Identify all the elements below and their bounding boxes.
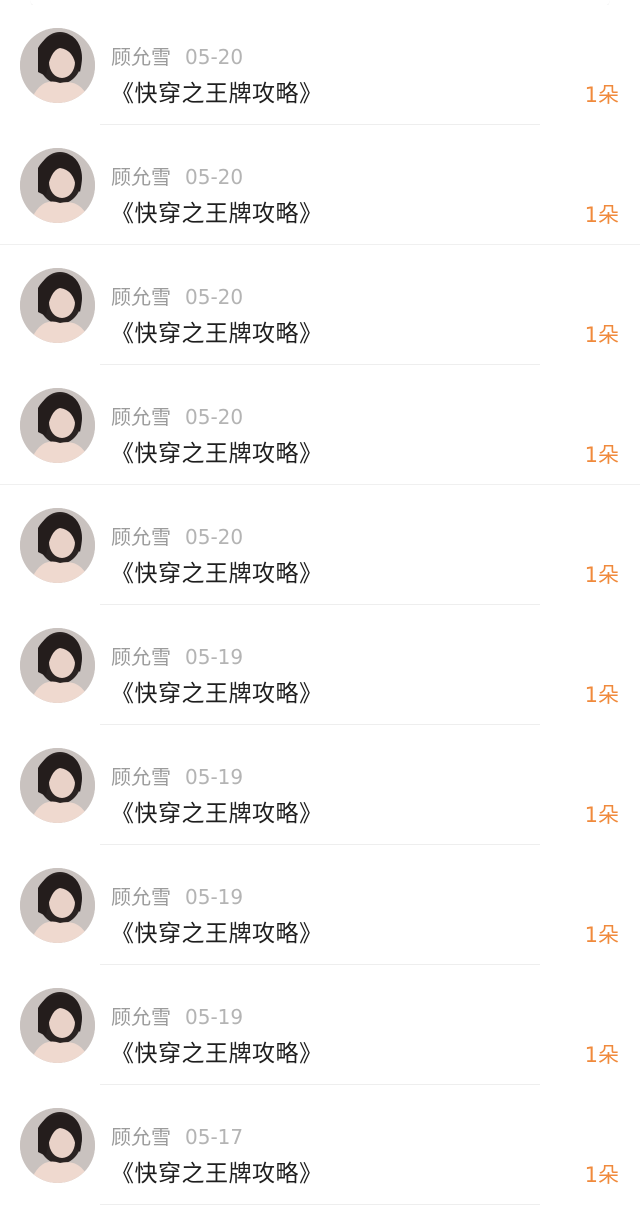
sender-name[interactable]: 顾允雪 <box>111 885 171 909</box>
record-date: 05-20 <box>185 285 244 309</box>
gift-record-row[interactable]: 顾允雪 05-17 《快穿之王牌攻略》 1朵 <box>0 1085 640 1205</box>
gift-amount: 1朵 <box>584 683 619 707</box>
user-avatar-photo-icon[interactable] <box>20 28 95 103</box>
record-meta: 顾允雪 05-19 <box>111 881 243 909</box>
gift-amount: 1朵 <box>584 203 619 227</box>
record-date: 05-20 <box>185 405 244 429</box>
book-title[interactable]: 《快穿之王牌攻略》 <box>111 554 323 588</box>
book-title[interactable]: 《快穿之王牌攻略》 <box>111 314 323 348</box>
record-date: 05-19 <box>185 885 244 909</box>
book-title[interactable]: 《快穿之王牌攻略》 <box>111 914 323 948</box>
user-avatar-photo-icon[interactable] <box>20 508 95 583</box>
book-title[interactable]: 《快穿之王牌攻略》 <box>111 1154 323 1188</box>
gift-record-row[interactable]: 顾允雪 05-20 《快穿之王牌攻略》 1朵 <box>0 5 640 125</box>
gift-amount: 1朵 <box>584 563 619 587</box>
gift-record-row[interactable]: 顾允雪 05-20 《快穿之王牌攻略》 1朵 <box>0 125 640 245</box>
gift-amount: 1朵 <box>584 443 619 467</box>
gift-amount: 1朵 <box>584 803 619 827</box>
gift-amount: 1朵 <box>584 83 619 107</box>
sender-name[interactable]: 顾允雪 <box>111 1005 171 1029</box>
sender-name[interactable]: 顾允雪 <box>111 645 171 669</box>
record-meta: 顾允雪 05-19 <box>111 641 243 669</box>
sender-name[interactable]: 顾允雪 <box>111 165 171 189</box>
gift-record-row[interactable]: 顾允雪 05-19 《快穿之王牌攻略》 1朵 <box>0 605 640 725</box>
user-avatar-photo-icon[interactable] <box>20 268 95 343</box>
sender-name[interactable]: 顾允雪 <box>111 405 171 429</box>
record-date: 05-17 <box>185 1125 244 1149</box>
user-avatar-photo-icon[interactable] <box>20 388 95 463</box>
user-avatar-photo-icon[interactable] <box>20 1108 95 1183</box>
record-meta: 顾允雪 05-20 <box>111 281 243 309</box>
record-meta: 顾允雪 05-17 <box>111 1121 243 1149</box>
book-title[interactable]: 《快穿之王牌攻略》 <box>111 674 323 708</box>
record-meta: 顾允雪 05-19 <box>111 761 243 789</box>
book-title[interactable]: 《快穿之王牌攻略》 <box>111 74 323 108</box>
book-title[interactable]: 《快穿之王牌攻略》 <box>111 794 323 828</box>
record-date: 05-19 <box>185 645 244 669</box>
sender-name[interactable]: 顾允雪 <box>111 525 171 549</box>
user-avatar-photo-icon[interactable] <box>20 748 95 823</box>
user-avatar-photo-icon[interactable] <box>20 628 95 703</box>
record-date: 05-20 <box>185 45 244 69</box>
sender-name[interactable]: 顾允雪 <box>111 45 171 69</box>
record-meta: 顾允雪 05-20 <box>111 41 243 69</box>
gift-record-row[interactable]: 顾允雪 05-20 《快穿之王牌攻略》 1朵 <box>0 485 640 605</box>
gift-record-row[interactable]: 顾允雪 05-19 《快穿之王牌攻略》 1朵 <box>0 845 640 965</box>
record-meta: 顾允雪 05-20 <box>111 521 243 549</box>
record-date: 05-19 <box>185 1005 244 1029</box>
gift-record-row[interactable]: 顾允雪 05-19 《快穿之王牌攻略》 1朵 <box>0 725 640 845</box>
user-avatar-photo-icon[interactable] <box>20 868 95 943</box>
gift-amount: 1朵 <box>584 1043 619 1067</box>
sender-name[interactable]: 顾允雪 <box>111 1125 171 1149</box>
sender-name[interactable]: 顾允雪 <box>111 285 171 309</box>
book-title[interactable]: 《快穿之王牌攻略》 <box>111 194 323 228</box>
record-date: 05-20 <box>185 165 244 189</box>
record-date: 05-20 <box>185 525 244 549</box>
gift-amount: 1朵 <box>584 323 619 347</box>
record-meta: 顾允雪 05-20 <box>111 161 243 189</box>
user-avatar-photo-icon[interactable] <box>20 148 95 223</box>
record-meta: 顾允雪 05-20 <box>111 401 243 429</box>
record-meta: 顾允雪 05-19 <box>111 1001 243 1029</box>
gift-amount: 1朵 <box>584 923 619 947</box>
book-title[interactable]: 《快穿之王牌攻略》 <box>111 434 323 468</box>
sender-name[interactable]: 顾允雪 <box>111 765 171 789</box>
gift-record-row[interactable]: 顾允雪 05-20 《快穿之王牌攻略》 1朵 <box>0 245 640 365</box>
user-avatar-photo-icon[interactable] <box>20 988 95 1063</box>
row-divider <box>100 1204 540 1205</box>
gift-record-row[interactable]: 顾允雪 05-20 《快穿之王牌攻略》 1朵 <box>0 365 640 485</box>
book-title[interactable]: 《快穿之王牌攻略》 <box>111 1034 323 1068</box>
record-date: 05-19 <box>185 765 244 789</box>
gift-amount: 1朵 <box>584 1163 619 1187</box>
gift-record-row[interactable]: 顾允雪 05-19 《快穿之王牌攻略》 1朵 <box>0 965 640 1085</box>
